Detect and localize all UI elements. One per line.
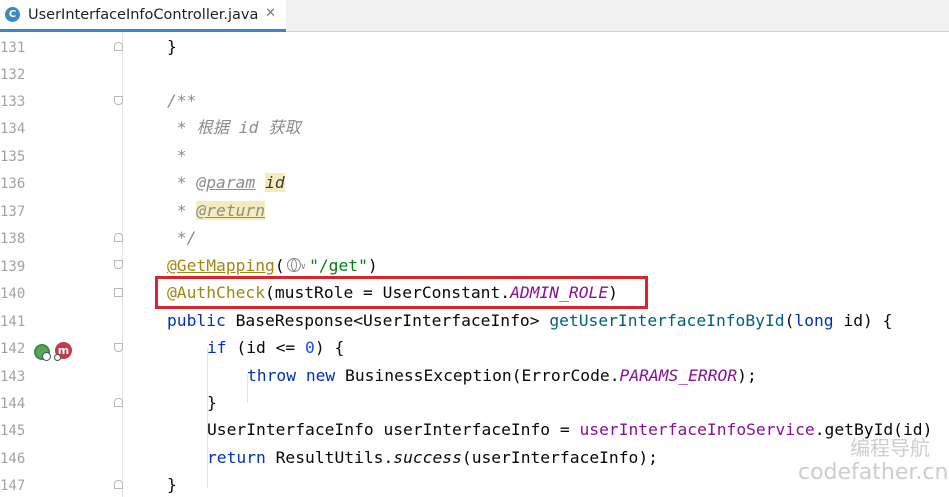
code-line-142: if (id <= 0) { [207, 338, 345, 357]
javadoc-param-tag: @param [196, 173, 256, 192]
code-line-141: public BaseResponse<UserInterfaceInfo> g… [167, 311, 893, 330]
code-line-144: } [207, 393, 217, 412]
fold-marker-icon[interactable] [114, 343, 123, 352]
java-class-icon: C [5, 7, 20, 22]
code-line-131: } [167, 37, 177, 56]
code-line-137: * @return [167, 201, 266, 220]
fold-marker-icon[interactable] [114, 398, 123, 407]
editor-gutter: 131 132 133 134 135 136 137 138 139 140 … [0, 32, 123, 497]
line-number: 133 [0, 94, 26, 110]
line-number: 135 [0, 149, 26, 165]
fold-marker-icon[interactable] [114, 233, 123, 242]
javadoc-param-name: id [265, 173, 285, 192]
method-name: getUserInterfaceInfoById [549, 311, 785, 330]
code-line-134: * 根据 id 获取 [167, 118, 301, 137]
override-arrow-icon [54, 354, 61, 361]
close-icon[interactable]: ✕ [265, 6, 276, 21]
code-line-146: return ResultUtils.success(userInterface… [207, 448, 658, 467]
watermark-url: codefather.cn [798, 460, 949, 485]
fold-marker-icon[interactable] [114, 288, 123, 297]
code-line-135: * [167, 146, 187, 165]
tab-title: UserInterfaceInfoController.java [28, 6, 259, 23]
line-number: 138 [0, 231, 26, 247]
line-number: 146 [0, 451, 26, 467]
code-line-138: */ [167, 228, 197, 247]
line-number: 139 [0, 259, 26, 275]
line-number: 145 [0, 423, 26, 439]
line-number: 140 [0, 286, 26, 302]
line-number: 134 [0, 121, 26, 137]
line-number: 137 [0, 204, 26, 220]
code-line-136: * @param id [167, 173, 285, 192]
fold-marker-icon[interactable] [114, 480, 123, 489]
line-number: 147 [0, 478, 26, 494]
line-number: 142 [0, 341, 26, 357]
tab-userinterfaceinfocontroller[interactable]: C UserInterfaceInfoController.java ✕ [0, 0, 286, 32]
line-number: 131 [0, 40, 26, 56]
getmapping-annotation[interactable]: @GetMapping [167, 256, 275, 275]
javadoc-description: 根据 id 获取 [196, 118, 301, 137]
watermark-text: 编程导航 [850, 436, 930, 460]
fold-marker-icon[interactable] [114, 96, 123, 105]
code-line-147: } [167, 475, 177, 494]
fold-marker-icon[interactable] [114, 260, 123, 269]
code-editor[interactable]: } /** * 根据 id 获取 * * @param id * @return… [123, 32, 949, 497]
globe-icon[interactable] [286, 258, 301, 272]
line-number: 143 [0, 369, 26, 385]
javadoc-return-tag: @return [196, 201, 266, 220]
code-line-143: throw new BusinessException(ErrorCode.PA… [247, 366, 757, 385]
code-line-139: @GetMapping(∨ "/get") [167, 256, 378, 275]
code-line-133: /** [167, 91, 197, 110]
editor-tab-bar: C UserInterfaceInfoController.java ✕ [0, 0, 949, 32]
code-line-145: UserInterfaceInfo userInterfaceInfo = us… [207, 420, 933, 439]
line-number: 136 [0, 176, 26, 192]
line-number: 132 [0, 67, 26, 83]
annotation-highlight-box [155, 276, 648, 309]
globe-icon [42, 352, 51, 361]
line-number: 144 [0, 396, 26, 412]
line-number: 141 [0, 314, 26, 330]
fold-marker-icon[interactable] [114, 42, 123, 51]
chevron-down-icon[interactable]: ∨ [301, 262, 306, 272]
